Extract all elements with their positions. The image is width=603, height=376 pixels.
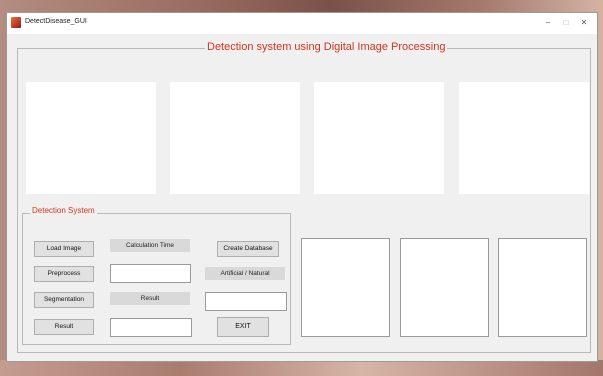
image-axes-4 (459, 82, 589, 194)
result-button[interactable]: Result (34, 319, 94, 335)
result-axes-2 (400, 238, 489, 337)
image-axes-3 (314, 82, 444, 194)
close-button[interactable]: ✕ (575, 15, 593, 31)
result-axes-3 (498, 238, 587, 337)
segmentation-button[interactable]: Segmentation (34, 292, 94, 308)
desktop-background (0, 360, 603, 376)
result-field[interactable] (110, 318, 192, 337)
artificial-natural-field[interactable] (205, 292, 287, 311)
title-bar: DetectDisease_GUI – □ ✕ (7, 13, 597, 34)
window-title: DetectDisease_GUI (25, 18, 87, 25)
image-axes-2 (170, 82, 300, 194)
main-panel-title: Detection system using Digital Image Pro… (205, 41, 448, 53)
result-label: Result (110, 292, 190, 305)
artificial-natural-label: Artificial / Natural (205, 267, 285, 280)
create-database-button[interactable]: Create Database (217, 241, 279, 257)
detection-system-title: Detection System (30, 206, 97, 215)
result-axes-1 (301, 238, 390, 337)
matlab-figure-icon (11, 17, 21, 28)
calculation-time-label: Calculation Time (110, 239, 190, 252)
load-image-button[interactable]: Load Image (34, 241, 94, 257)
calculation-time-field[interactable] (110, 264, 191, 283)
exit-button[interactable]: EXIT (217, 317, 269, 337)
minimize-button[interactable]: – (539, 15, 557, 31)
maximize-button[interactable]: □ (557, 15, 575, 31)
preprocess-button[interactable]: Preprocess (34, 266, 94, 282)
image-axes-1 (26, 82, 156, 194)
